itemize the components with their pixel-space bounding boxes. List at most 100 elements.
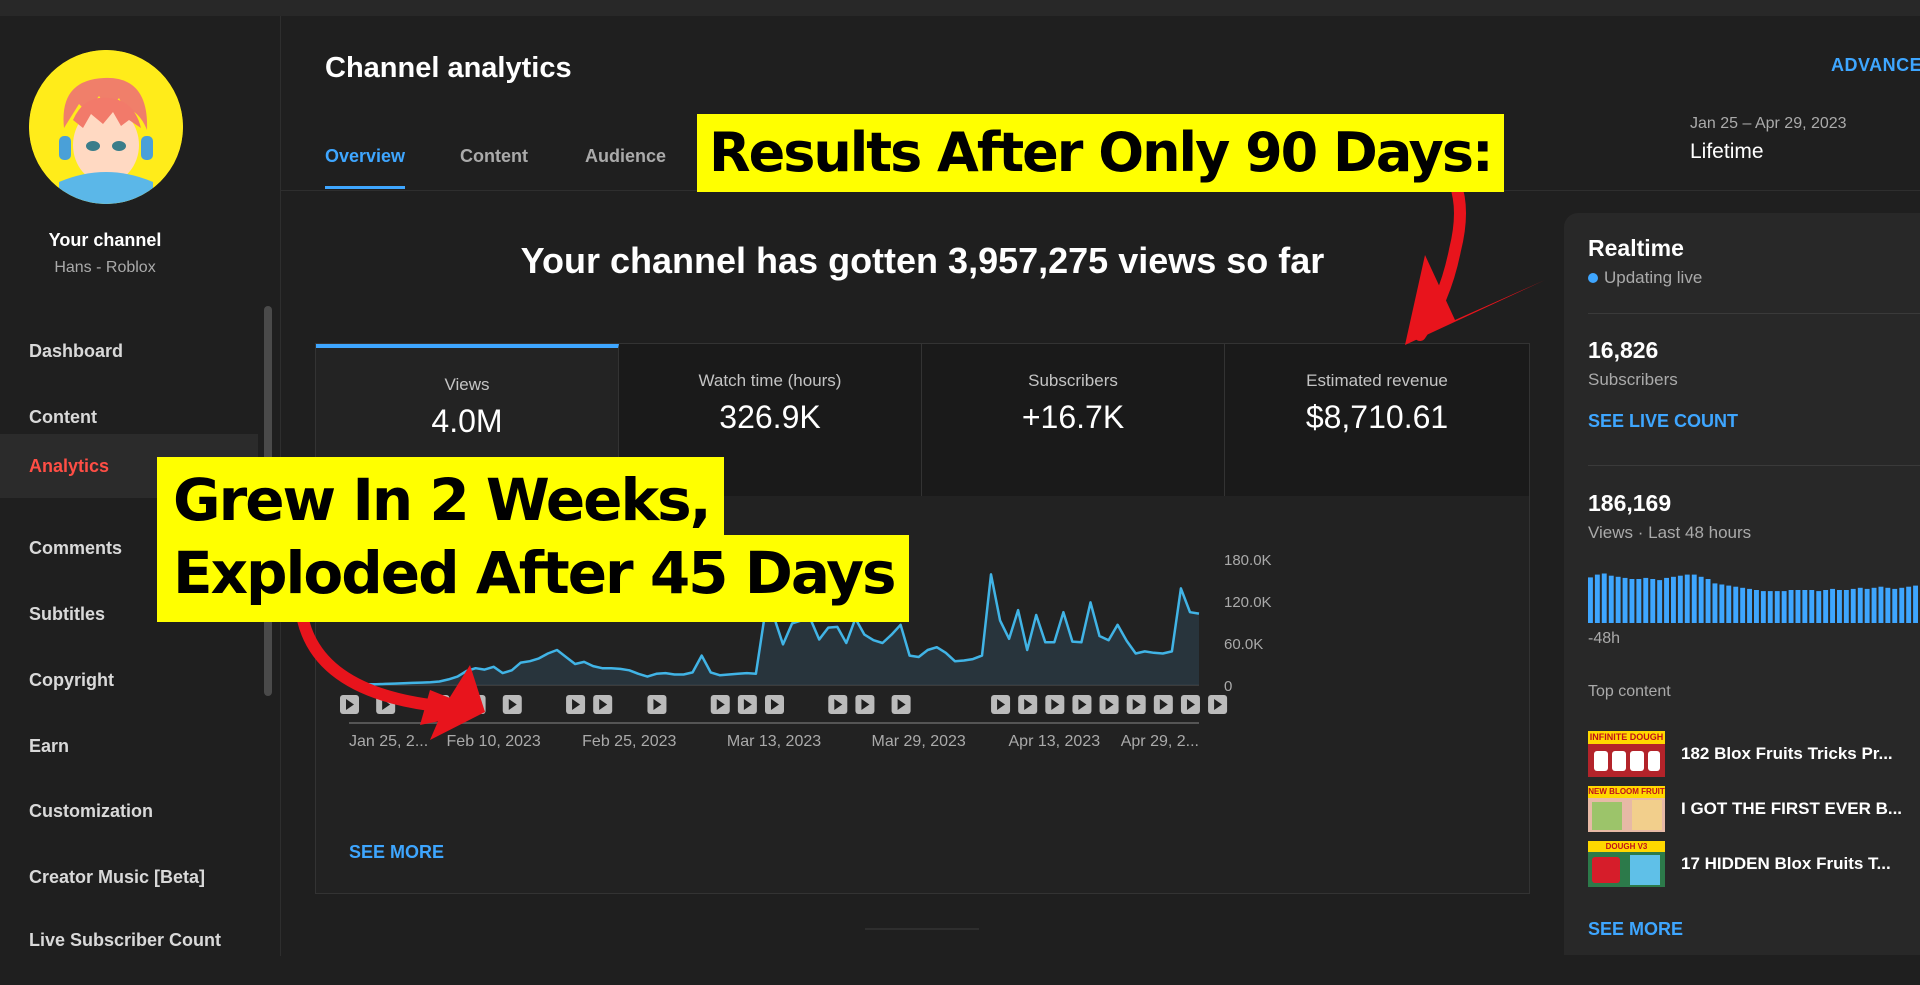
realtime-subscribers-label: Subscribers	[1588, 370, 1678, 389]
sidebar-item-creator-music[interactable]: Creator Music [Beta]	[0, 845, 258, 909]
realtime-bar	[1754, 590, 1759, 623]
metric-label: Subscribers	[1028, 371, 1118, 390]
x-tick-label: Mar 29, 2023	[872, 733, 966, 750]
realtime-bar	[1864, 588, 1870, 623]
video-thumbnail: NEW BLOOM FRUIT	[1588, 786, 1665, 832]
top-bar	[0, 0, 1920, 16]
realtime-bar	[1795, 590, 1801, 623]
realtime-bar	[1712, 583, 1718, 623]
realtime-bar	[1601, 573, 1607, 623]
sidebar-item-customization[interactable]: Customization	[0, 779, 258, 843]
realtime-bars-axis-label: -48h	[1588, 630, 1621, 647]
see-live-count-link[interactable]: SEE LIVE COUNT	[1588, 411, 1738, 432]
top-content-item[interactable]: DOUGH V3 17 HIDDEN Blox Fruits T...	[1588, 841, 1920, 887]
realtime-bar	[1809, 590, 1815, 623]
sidebar-item-live-subscriber-count[interactable]: Live Subscriber Count	[0, 911, 258, 969]
realtime-see-more-link[interactable]: SEE MORE	[1588, 919, 1683, 940]
realtime-bar	[1837, 590, 1842, 623]
advanced-mode-link[interactable]: ADVANCE	[1831, 55, 1920, 76]
realtime-bar	[1622, 577, 1628, 623]
realtime-bar	[1650, 579, 1656, 623]
realtime-bar	[1802, 590, 1808, 623]
views-headline: Your channel has gotten 3,957,275 views …	[520, 240, 1325, 281]
realtime-bar	[1760, 591, 1766, 623]
realtime-bar	[1664, 577, 1669, 623]
realtime-bar	[1830, 588, 1835, 623]
x-tick-label: Apr 13, 2023	[1009, 733, 1101, 750]
realtime-status-text: Updating live	[1604, 268, 1703, 287]
x-tick-label: Apr 29, 2...	[1121, 733, 1199, 750]
thumbnail-text: DOUGH V3	[1588, 841, 1665, 852]
thumbnail-text: INFINITE DOUGH	[1588, 731, 1665, 744]
metric-estimated-revenue[interactable]: Estimated revenue $8,710.61	[1225, 344, 1529, 496]
sidebar-item-dashboard[interactable]: Dashboard	[0, 319, 258, 383]
realtime-bar	[1892, 588, 1898, 623]
channel-name: Your channel	[48, 230, 162, 250]
x-tick-label: Jan 25, 2...	[349, 733, 428, 750]
tab-content[interactable]: Content	[460, 146, 528, 167]
realtime-bar	[1740, 587, 1746, 623]
y-tick-label: 180.0K	[1224, 552, 1272, 569]
metric-label: Watch time (hours)	[698, 371, 842, 390]
realtime-views-bars[interactable]	[1588, 565, 1920, 625]
y-tick-label: 120.0K	[1224, 594, 1272, 611]
top-content-title: 17 HIDDEN Blox Fruits T...	[1681, 854, 1891, 873]
sidebar-item-earn[interactable]: Earn	[0, 714, 258, 778]
grew-caption-line2: Exploded After 45 Days	[157, 535, 909, 622]
realtime-bar	[1691, 574, 1697, 623]
metric-label: Views	[444, 375, 490, 394]
date-range[interactable]: Jan 25 – Apr 29, 2023	[1690, 115, 1847, 133]
realtime-bar	[1733, 586, 1739, 623]
channel-avatar[interactable]	[29, 50, 183, 204]
tab-audience[interactable]: Audience	[585, 146, 666, 167]
top-content-label: Top content	[1588, 683, 1671, 700]
realtime-bar	[1615, 576, 1621, 623]
realtime-bar	[1823, 590, 1829, 623]
realtime-bar	[1657, 580, 1663, 623]
live-dot-icon	[1588, 273, 1598, 283]
metric-value: +16.7K	[1021, 399, 1125, 435]
x-tick-label: Feb 10, 2023	[447, 733, 541, 750]
realtime-bar	[1774, 591, 1780, 623]
divider	[1588, 465, 1920, 466]
realtime-bar	[1899, 587, 1905, 623]
active-tab-indicator	[325, 186, 405, 189]
realtime-bar	[1636, 579, 1642, 623]
realtime-bar	[1643, 577, 1649, 623]
x-tick-label: Feb 25, 2023	[582, 733, 676, 750]
realtime-bar	[1788, 590, 1794, 623]
realtime-bar	[1588, 577, 1593, 623]
metric-value: 4.0M	[431, 403, 503, 439]
avatar-illustration	[29, 50, 183, 204]
divider	[1588, 313, 1920, 314]
x-tick-label: Mar 13, 2023	[727, 733, 821, 750]
realtime-bar	[1677, 575, 1683, 623]
realtime-status: Updating live	[1588, 268, 1702, 288]
card-pager-indicator	[865, 928, 979, 930]
realtime-bar	[1719, 584, 1725, 623]
top-content-title: 182 Blox Fruits Tricks Pr...	[1681, 744, 1893, 763]
realtime-bar	[1767, 591, 1773, 623]
top-content-item[interactable]: INFINITE DOUGH 182 Blox Fruits Tricks Pr…	[1588, 731, 1920, 777]
realtime-bar	[1726, 585, 1732, 623]
realtime-views-label: Views · Last 48 hours	[1588, 523, 1752, 542]
metric-value: 326.9K	[719, 399, 821, 435]
realtime-bar	[1671, 576, 1676, 623]
realtime-bar	[1885, 587, 1891, 623]
video-marker-count: 2	[472, 698, 479, 712]
top-content-item[interactable]: NEW BLOOM FRUIT I GOT THE FIRST EVER B..…	[1588, 786, 1920, 832]
realtime-title: Realtime	[1588, 235, 1684, 261]
sidebar-item-copyright[interactable]: Copyright	[0, 648, 258, 712]
realtime-bar	[1843, 590, 1849, 623]
thumbnail-text: NEW BLOOM FRUIT	[1588, 786, 1665, 798]
realtime-bar	[1857, 587, 1863, 623]
realtime-bar	[1629, 579, 1635, 623]
grew-caption-line1: Grew In 2 Weeks,	[157, 457, 724, 535]
see-more-link[interactable]: SEE MORE	[349, 842, 444, 863]
metric-subscribers[interactable]: Subscribers +16.7K	[922, 344, 1225, 496]
tab-overview[interactable]: Overview	[325, 146, 405, 167]
realtime-bar	[1906, 586, 1912, 623]
date-period-label[interactable]: Lifetime	[1690, 140, 1764, 164]
realtime-bar	[1698, 576, 1704, 623]
realtime-panel: Realtime Updating live 16,826 Subscriber…	[1564, 213, 1920, 955]
